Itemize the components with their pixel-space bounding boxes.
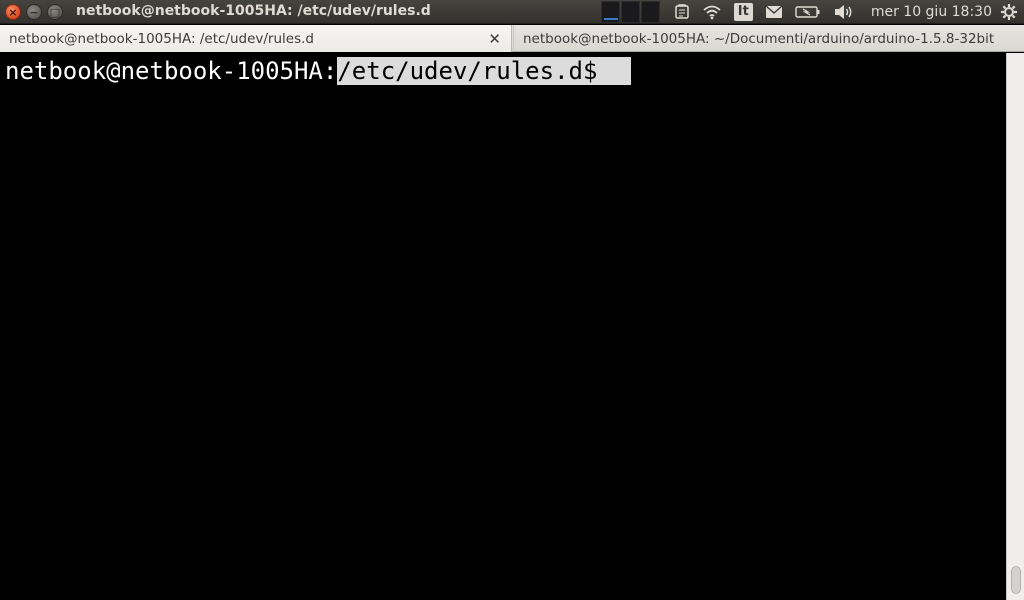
tab-label: netbook@netbook-1005HA: ~/Documenti/ardu…	[523, 30, 995, 47]
volume-icon[interactable]	[827, 0, 861, 24]
terminal-scrollbar[interactable]	[1006, 53, 1024, 600]
mail-icon[interactable]	[759, 0, 789, 24]
panel-indicators: It mer 10 giu 18:30	[600, 0, 1024, 24]
maximize-window-button[interactable]: □	[47, 4, 63, 20]
wifi-icon[interactable]	[696, 0, 728, 24]
window-title-bar: × − □ netbook@netbook-1005HA: /etc/udev/…	[0, 0, 1024, 24]
window-title: netbook@netbook-1005HA: /etc/udev/rules.…	[76, 3, 431, 19]
close-window-button[interactable]: ×	[5, 4, 21, 20]
prompt-user-host: netbook@netbook-1005HA:	[5, 57, 338, 85]
keyboard-layout-label: It	[733, 3, 753, 21]
clipboard-icon[interactable]	[668, 0, 696, 24]
scrollbar-thumb[interactable]	[1011, 566, 1021, 594]
tab-rules-d[interactable]: netbook@netbook-1005HA: /etc/udev/rules.…	[0, 25, 512, 52]
terminal-output[interactable]: netbook@netbook-1005HA:/etc/udev/rules.d…	[0, 53, 1006, 600]
tab-label: netbook@netbook-1005HA: /etc/udev/rules.…	[9, 30, 314, 47]
terminal-tab-bar: netbook@netbook-1005HA: /etc/udev/rules.…	[0, 25, 1024, 52]
panel-clock[interactable]: mer 10 giu 18:30	[861, 4, 1000, 20]
keyboard-layout-indicator[interactable]: It	[728, 0, 759, 24]
prompt-path-selected: /etc/udev/rules.d$	[337, 57, 632, 85]
system-monitor-icon[interactable]	[600, 1, 660, 23]
settings-gear-icon[interactable]	[1000, 0, 1024, 24]
tab-close-icon[interactable]: ✕	[488, 30, 501, 48]
tab-arduino[interactable]: netbook@netbook-1005HA: ~/Documenti/ardu…	[513, 25, 1024, 52]
battery-icon[interactable]	[789, 0, 827, 24]
minimize-window-button[interactable]: −	[26, 4, 42, 20]
